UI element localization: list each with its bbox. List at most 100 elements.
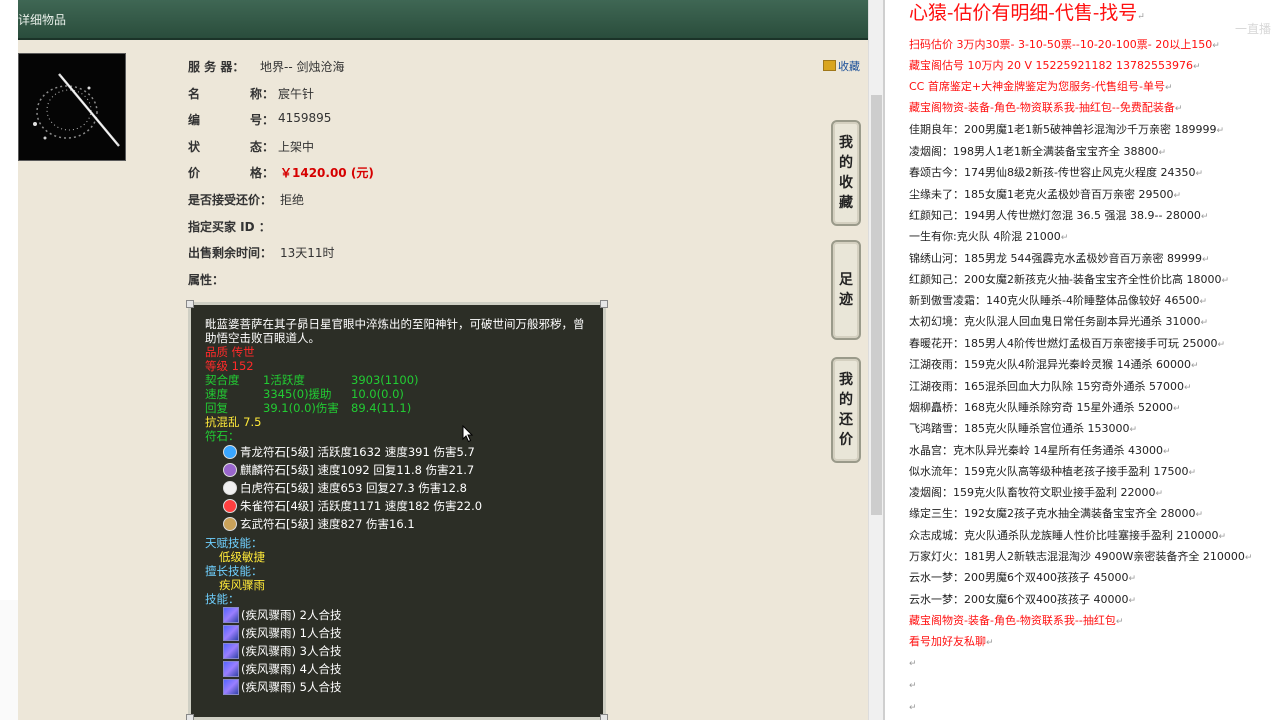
mouse-cursor-icon	[462, 425, 474, 443]
counteroffer-value: 拒绝	[280, 193, 305, 207]
notepad-line[interactable]: CC 首席鉴定+大神金牌鉴定为您服务-代售组号-单号↵	[909, 78, 1173, 94]
notepad-line[interactable]: 万家灯火：181男人2新轶志混混淘沙 4900W亲密装备齐全 210000↵	[909, 548, 1252, 564]
section-title: 详细物品	[18, 13, 67, 27]
tab-my-counteroffers[interactable]: 我 的 还 价	[831, 357, 861, 463]
page-scrollbar[interactable]	[868, 0, 883, 720]
notepad-line-text: 新到傲雪凌霜：140克火队睡杀-4阶睡整体品像较好 46500	[909, 294, 1200, 307]
notepad-line[interactable]: 凌烟阁：159克火队畜牧符文职业接手盈利 22000↵	[909, 484, 1163, 500]
notepad-line-text: 水晶宫：克木队异光秦岭 14星所有任务通杀 43000	[909, 444, 1163, 457]
time-value: 13天11时	[280, 246, 335, 260]
notepad-line[interactable]: 似水流年：159克火队高等级种植老孩子接手盈利 17500↵	[909, 463, 1196, 479]
attribute-label: 属性：	[188, 273, 225, 287]
notepad-line[interactable]: 云水一梦：200男魔6个双400孩孩子 45000↵	[909, 569, 1136, 585]
scrollbar-thumb[interactable]	[871, 95, 882, 515]
notepad-line[interactable]: ↵	[909, 678, 917, 691]
notepad-line-text: 尘缘未了：185女魔1老克火孟极妙音百万亲密 29500	[909, 188, 1174, 201]
notepad-line-text: 扫码估价 3万内30票- 3-10-50票--10-20-100票- 20以上1…	[909, 38, 1213, 51]
combo-skill-icon	[223, 643, 239, 659]
stat-value: 1活跃度	[263, 373, 305, 387]
notepad-line[interactable]: 看号加好友私聊↵	[909, 633, 994, 649]
notepad-line[interactable]: 扫码估价 3万内30票- 3-10-50票--10-20-100票- 20以上1…	[909, 36, 1220, 52]
notepad-line[interactable]: 水晶宫：克木队异光秦岭 14星所有任务通杀 43000↵	[909, 442, 1171, 458]
rune-item: 青龙符石[5级] 活跃度1632 速度391 伤害5.7	[223, 443, 589, 461]
status-label-1: 状	[188, 140, 201, 154]
add-favorite-label: 收藏	[838, 60, 860, 73]
notepad-line[interactable]: 江湖夜雨：165混杀回血大力队除 15穷奇外通杀 57000↵	[909, 378, 1192, 394]
notepad-line-text: 凌烟阁：198男人1老1新全满装备宝宝齐全 38800	[909, 145, 1159, 158]
name-label-2: 称：	[250, 87, 275, 101]
line-break-mark-icon: ↵	[1183, 383, 1192, 393]
notepad-line[interactable]: 一生有你:克火队 4阶混 21000↵	[909, 228, 1068, 244]
tab-char: 的	[839, 155, 853, 171]
line-break-mark-icon: ↵	[909, 659, 917, 669]
tab-char: 我	[839, 372, 853, 388]
notepad-line[interactable]: 太初幻境：克火队混人回血鬼日常任务副本异光通杀 31000↵	[909, 313, 1208, 329]
line-break-mark-icon: ↵	[1195, 510, 1204, 520]
notepad-line[interactable]: 藏宝阁物资-装备-角色-物资联系我--抽红包↵	[909, 612, 1123, 628]
notepad-line[interactable]: 藏宝阁估号 10万内 20 V 15225921182 13782553976↵	[909, 57, 1201, 73]
skill-text: (疾风骤雨) 2人合技	[241, 608, 342, 622]
notepad-line[interactable]: 烟柳矗桥：168克火队睡杀除穷奇 15星外通杀 52000↵	[909, 399, 1181, 415]
stat-value: 3903(1100)	[351, 373, 419, 387]
tab-footprint[interactable]: 足 迹	[831, 240, 861, 340]
line-break-mark-icon: ↵	[1244, 553, 1253, 563]
notepad-line[interactable]: 众志成城：克火队通杀队龙族睡人性价比哇塞接手盈利 210000↵	[909, 527, 1226, 543]
notepad-line-text: 看号加好友私聊	[909, 635, 986, 648]
notepad-line-text: 佳期良年：200男魔1老1新5破神兽衫混淘沙千万亲密 189999	[909, 123, 1217, 136]
black-tortoise-rune-icon	[223, 517, 237, 531]
notepad-line[interactable]: 云水一梦：200女魔6个双400孩孩子 40000↵	[909, 591, 1136, 607]
notepad-line[interactable]: ↵	[909, 700, 917, 713]
status-label-2: 态：	[250, 140, 275, 154]
price-label-2: 格：	[250, 166, 275, 180]
combo-skill-icon	[223, 661, 239, 677]
notepad-line-text: 藏宝阁物资-装备-角色-物资联系我-抽红包--免费配装备	[909, 101, 1175, 114]
id-label-1: 编	[188, 113, 201, 127]
price-label-1: 价	[188, 166, 201, 180]
notepad-line-text: 春暖花开：185男人4阶传世燃灯孟极百万亲密接手可玩 25000	[909, 337, 1218, 350]
notepad-window[interactable]: 一直播 心猿-估价有明细-代售-找号↵ 扫码估价 3万内30票- 3-10-50票…	[883, 0, 1280, 720]
tab-char: 我	[839, 135, 853, 151]
notepad-line[interactable]: 飞鸿踏雪：185克火队睡杀宫位通杀 153000↵	[909, 420, 1137, 436]
talent-skill-header: 天赋技能：	[205, 536, 263, 550]
item-quality: 品质 传世	[205, 345, 255, 359]
tab-my-favorites[interactable]: 我 的 收 藏	[831, 120, 861, 226]
add-favorite-link[interactable]: 收藏	[823, 58, 860, 74]
notepad-line[interactable]: 尘缘未了：185女魔1老克火孟极妙音百万亲密 29500↵	[909, 186, 1181, 202]
notepad-line-text: 太初幻境：克火队混人回血鬼日常任务副本异光通杀 31000	[909, 315, 1201, 328]
tab-char: 足	[839, 272, 853, 288]
tab-char: 价	[839, 432, 853, 448]
panel-corner	[600, 714, 608, 720]
tab-char: 藏	[839, 195, 853, 211]
buyer-label: 指定买家 ID ：	[188, 220, 271, 234]
line-break-mark-icon: ↵	[1221, 276, 1229, 286]
notepad-line[interactable]: ↵	[909, 656, 917, 669]
notepad-line[interactable]: 春颂古今：174男仙8级2新孩-传世容止风克火程度 24350↵	[909, 164, 1203, 180]
notepad-line-text: 藏宝阁物资-装备-角色-物资联系我--抽红包	[909, 614, 1116, 627]
server-label: 服 务 器：	[188, 60, 245, 74]
azure-dragon-rune-icon	[223, 445, 237, 459]
notepad-line[interactable]: 佳期良年：200男魔1老1新5破神兽衫混淘沙千万亲密 189999↵	[909, 121, 1224, 137]
panel-corner	[600, 300, 608, 308]
notepad-line[interactable]: 春暖花开：185男人4阶传世燃灯孟极百万亲密接手可玩 25000↵	[909, 335, 1225, 351]
notepad-line-text: 春颂古今：174男仙8级2新孩-传世容止风克火程度 24350	[909, 166, 1196, 179]
notepad-line-text: 江湖夜雨：165混杀回血大力队除 15穷奇外通杀 57000	[909, 380, 1184, 393]
notepad-line[interactable]: 藏宝阁物资-装备-角色-物资联系我-抽红包--免费配装备↵	[909, 99, 1182, 115]
name-label-1: 名	[188, 87, 201, 101]
notepad-line-text: 藏宝阁估号 10万内 20 V 15225921182 13782553976	[909, 59, 1193, 72]
notepad-line[interactable]: 新到傲雪凌霜：140克火队睡杀-4阶睡整体品像较好 46500↵	[909, 292, 1207, 308]
line-break-mark-icon: ↵	[1192, 62, 1201, 72]
notepad-line[interactable]: 江湖夜雨：159克火队4阶混异光秦岭灵猴 14通杀 60000↵	[909, 356, 1199, 372]
combo-skill-icon	[223, 625, 239, 641]
notepad-line[interactable]: 心猿-估价有明细-代售-找号↵	[909, 0, 1145, 25]
notepad-line-text: 缘定三生：192女魔2孩子克水抽全满装备宝宝齐全 28000	[909, 507, 1196, 520]
line-break-mark-icon: ↵	[1162, 447, 1171, 457]
notepad-line[interactable]: 红颜知己：200女魔2新孩克火抽-装备宝宝齐全性价比高 18000↵	[909, 271, 1229, 287]
tab-char: 还	[839, 412, 853, 428]
combo-skill-icon	[223, 679, 239, 695]
notepad-line[interactable]: 锦绣山河：185男龙 544强霹克水孟极妙音百万亲密 89999↵	[909, 250, 1210, 266]
notepad-line[interactable]: 红颜知己：194男人传世燃灯忽混 36.5 强混 38.9-- 28000↵	[909, 207, 1208, 223]
combo-skill-icon	[223, 607, 239, 623]
notepad-line[interactable]: 缘定三生：192女魔2孩子克水抽全满装备宝宝齐全 28000↵	[909, 505, 1203, 521]
notepad-line[interactable]: 凌烟阁：198男人1老1新全满装备宝宝齐全 38800↵	[909, 143, 1166, 159]
rune-text: 青龙符石[5级] 活跃度1632 速度391 伤害5.7	[240, 445, 475, 459]
